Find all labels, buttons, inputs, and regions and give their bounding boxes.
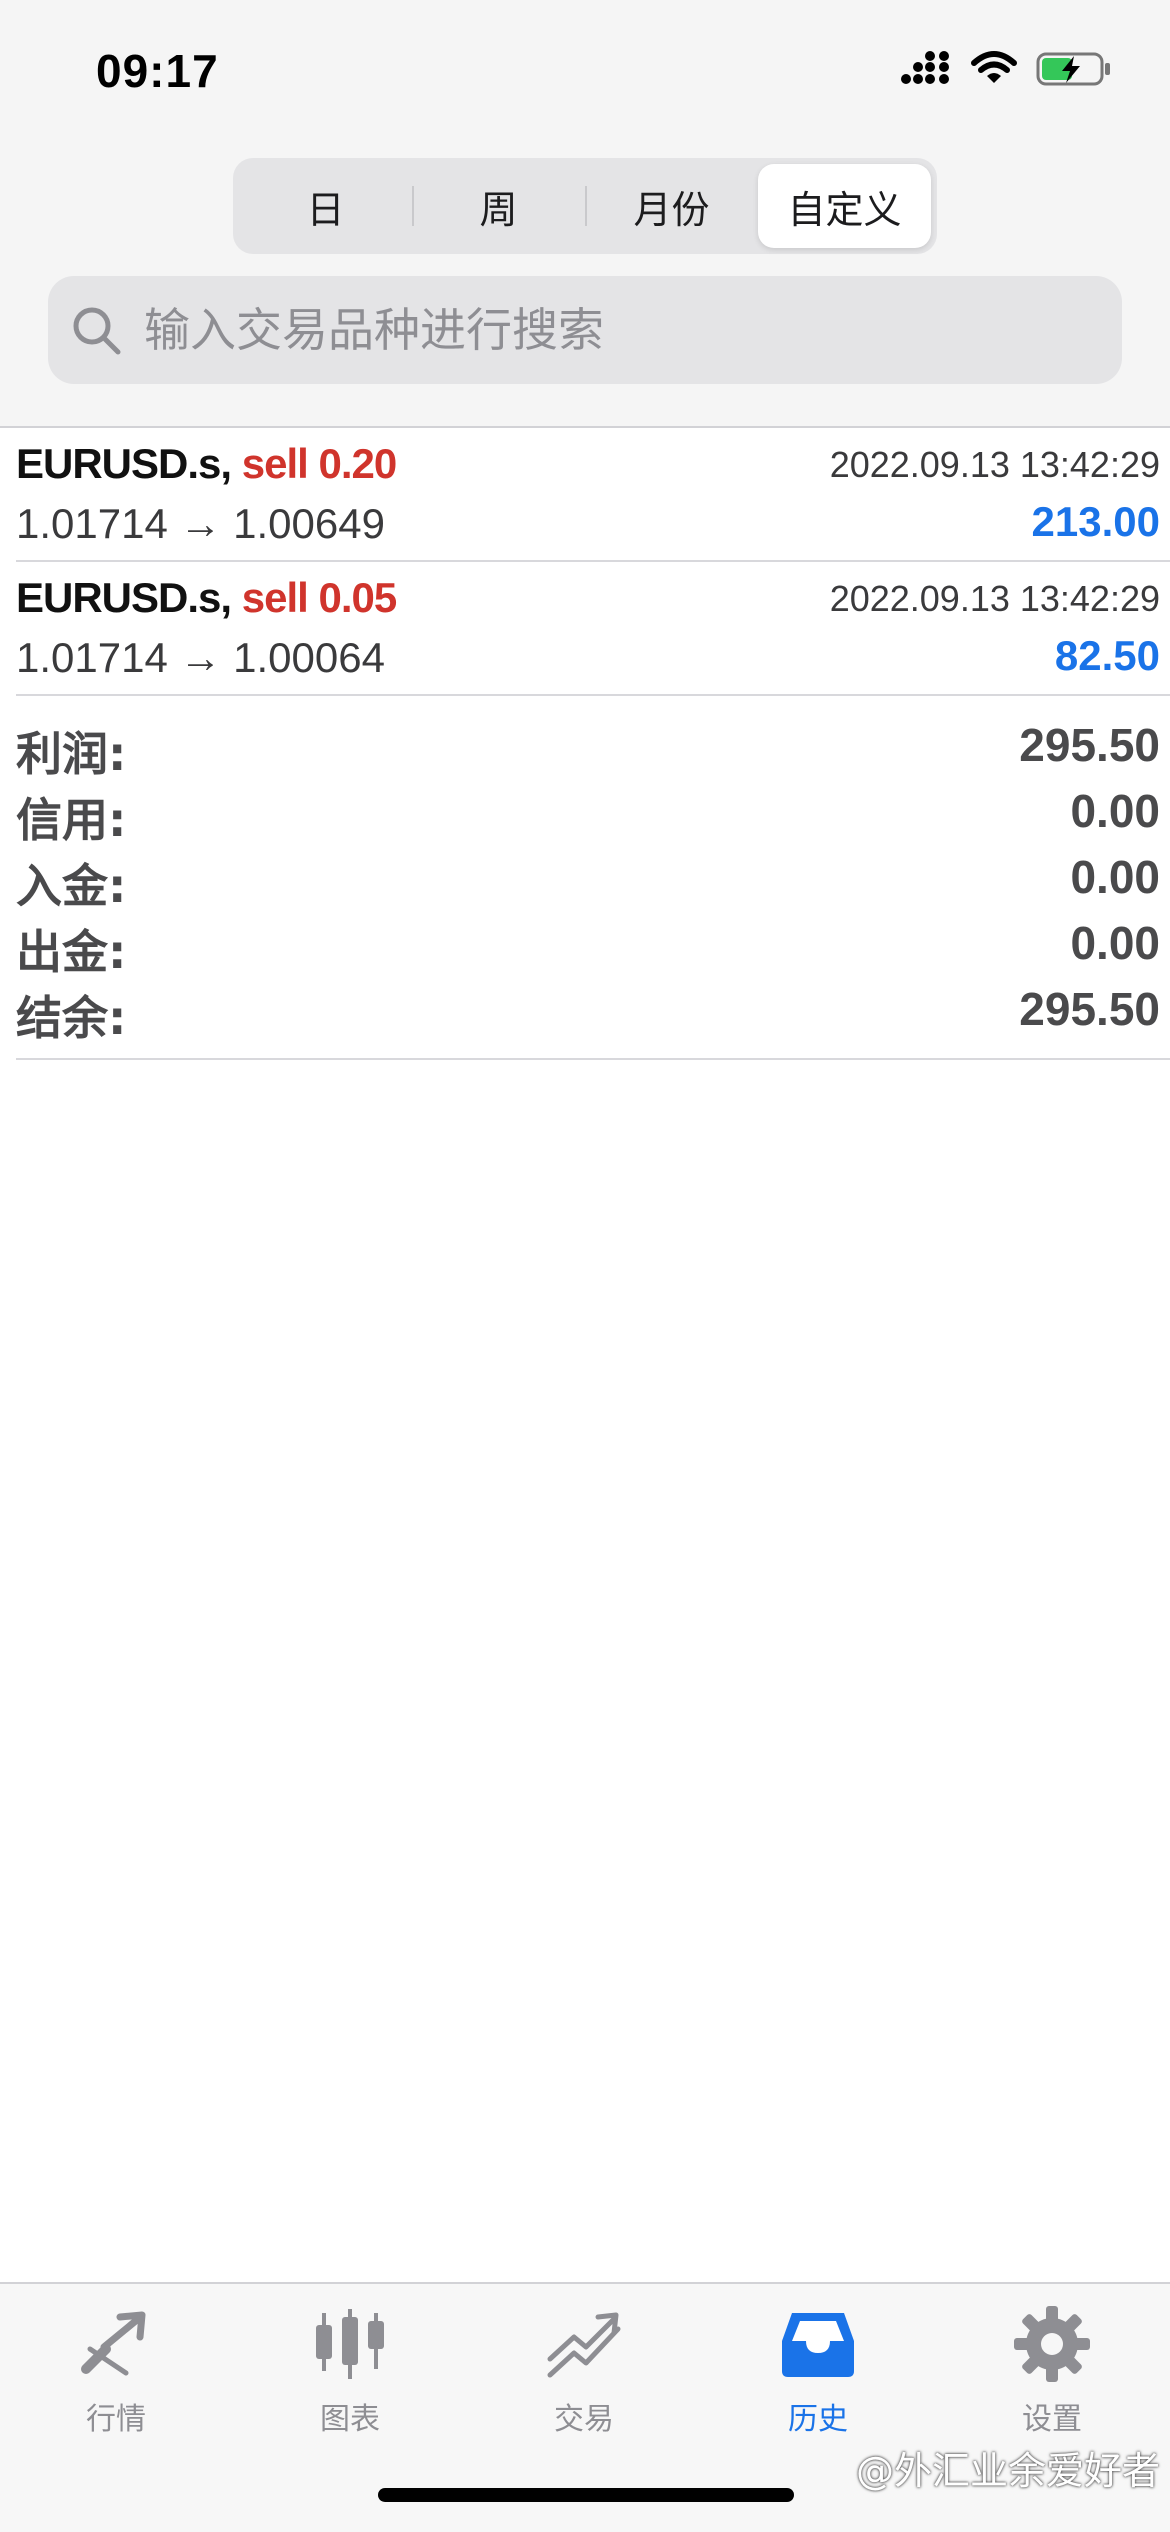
history-inbox-icon xyxy=(773,2304,863,2384)
tab-week[interactable]: 周 xyxy=(412,164,585,248)
trade-icon xyxy=(539,2304,629,2384)
deal-prices: 1.01714 → 1.00064 xyxy=(16,634,385,681)
tab-charts[interactable]: 图表 xyxy=(250,2304,450,2454)
deal-side: sell 0.20 xyxy=(241,440,397,487)
deal-symbol-line: EURUSD.s, sell 0.20 xyxy=(16,440,397,488)
period-segmented-control: 日 周 月份 自定义 xyxy=(233,158,937,254)
tab-history[interactable]: 历史 xyxy=(718,2304,918,2454)
tab-custom[interactable]: 自定义 xyxy=(758,164,931,248)
summary-row-credit: 信用: 0.00 xyxy=(16,784,1160,850)
status-icons xyxy=(900,50,1112,88)
deal-time: 2022.09.13 13:42:29 xyxy=(829,444,1160,485)
quotes-icon xyxy=(71,2304,161,2384)
tab-day[interactable]: 日 xyxy=(239,164,412,248)
deal-profit: 213.00 xyxy=(1031,498,1160,545)
header-area: 09:17 日 周 月份 自定义 xyxy=(0,0,1170,428)
tab-label: 交易 xyxy=(554,2402,614,2437)
search-bar[interactable] xyxy=(48,276,1122,384)
cellular-signal-icon xyxy=(901,51,949,84)
deal-side: sell 0.05 xyxy=(241,574,397,621)
wifi-icon xyxy=(971,51,1017,83)
deal-time: 2022.09.13 13:42:29 xyxy=(829,578,1160,619)
summary-label: 信用: xyxy=(16,793,127,847)
search-icon xyxy=(73,307,121,355)
tab-label: 历史 xyxy=(788,2402,848,2437)
status-time: 09:17 xyxy=(96,45,219,97)
deal-row[interactable]: EURUSD.s, sell 0.05 2022.09.13 13:42:29 … xyxy=(16,564,1170,696)
summary-row-profit: 利润: 295.50 xyxy=(16,718,1160,784)
tab-label: 图表 xyxy=(320,2402,380,2437)
tab-quotes[interactable]: 行情 xyxy=(16,2304,216,2454)
summary-value: 0.00 xyxy=(1070,851,1160,903)
chart-candles-icon xyxy=(305,2304,395,2384)
tab-settings[interactable]: 设置 xyxy=(952,2304,1152,2454)
summary-row-withdrawal: 出金: 0.00 xyxy=(16,916,1160,982)
summary-section: 利润: 295.50 信用: 0.00 入金: 0.00 出金: 0.00 结余… xyxy=(16,700,1170,1060)
deal-row[interactable]: EURUSD.s, sell 0.20 2022.09.13 13:42:29 … xyxy=(16,430,1170,562)
deal-profit: 82.50 xyxy=(1054,632,1160,679)
gear-icon xyxy=(1007,2304,1097,2384)
tab-trade[interactable]: 交易 xyxy=(484,2304,684,2454)
summary-value: 295.50 xyxy=(1019,719,1160,771)
deal-symbol: EURUSD.s, xyxy=(16,440,232,487)
tab-month[interactable]: 月份 xyxy=(585,164,758,248)
tab-label: 设置 xyxy=(1022,2402,1082,2437)
summary-value: 0.00 xyxy=(1070,917,1160,969)
home-indicator[interactable] xyxy=(378,2488,794,2502)
tab-label: 行情 xyxy=(86,2402,146,2437)
battery-charging-icon xyxy=(1036,52,1110,86)
deal-prices: 1.01714 → 1.00649 xyxy=(16,500,385,547)
search-input[interactable] xyxy=(142,302,1046,358)
watermark: @外汇业余爱好者 xyxy=(855,2449,1160,2493)
summary-label: 出金: xyxy=(16,925,127,979)
summary-label: 入金: xyxy=(16,859,127,913)
summary-label: 结余: xyxy=(16,991,127,1045)
summary-row-balance: 结余: 295.50 xyxy=(16,982,1160,1048)
summary-row-deposit: 入金: 0.00 xyxy=(16,850,1160,916)
summary-label: 利润: xyxy=(16,727,127,781)
summary-value: 0.00 xyxy=(1070,785,1160,837)
summary-value: 295.50 xyxy=(1019,983,1160,1035)
deal-symbol-line: EURUSD.s, sell 0.05 xyxy=(16,574,397,622)
deal-symbol: EURUSD.s, xyxy=(16,574,232,621)
